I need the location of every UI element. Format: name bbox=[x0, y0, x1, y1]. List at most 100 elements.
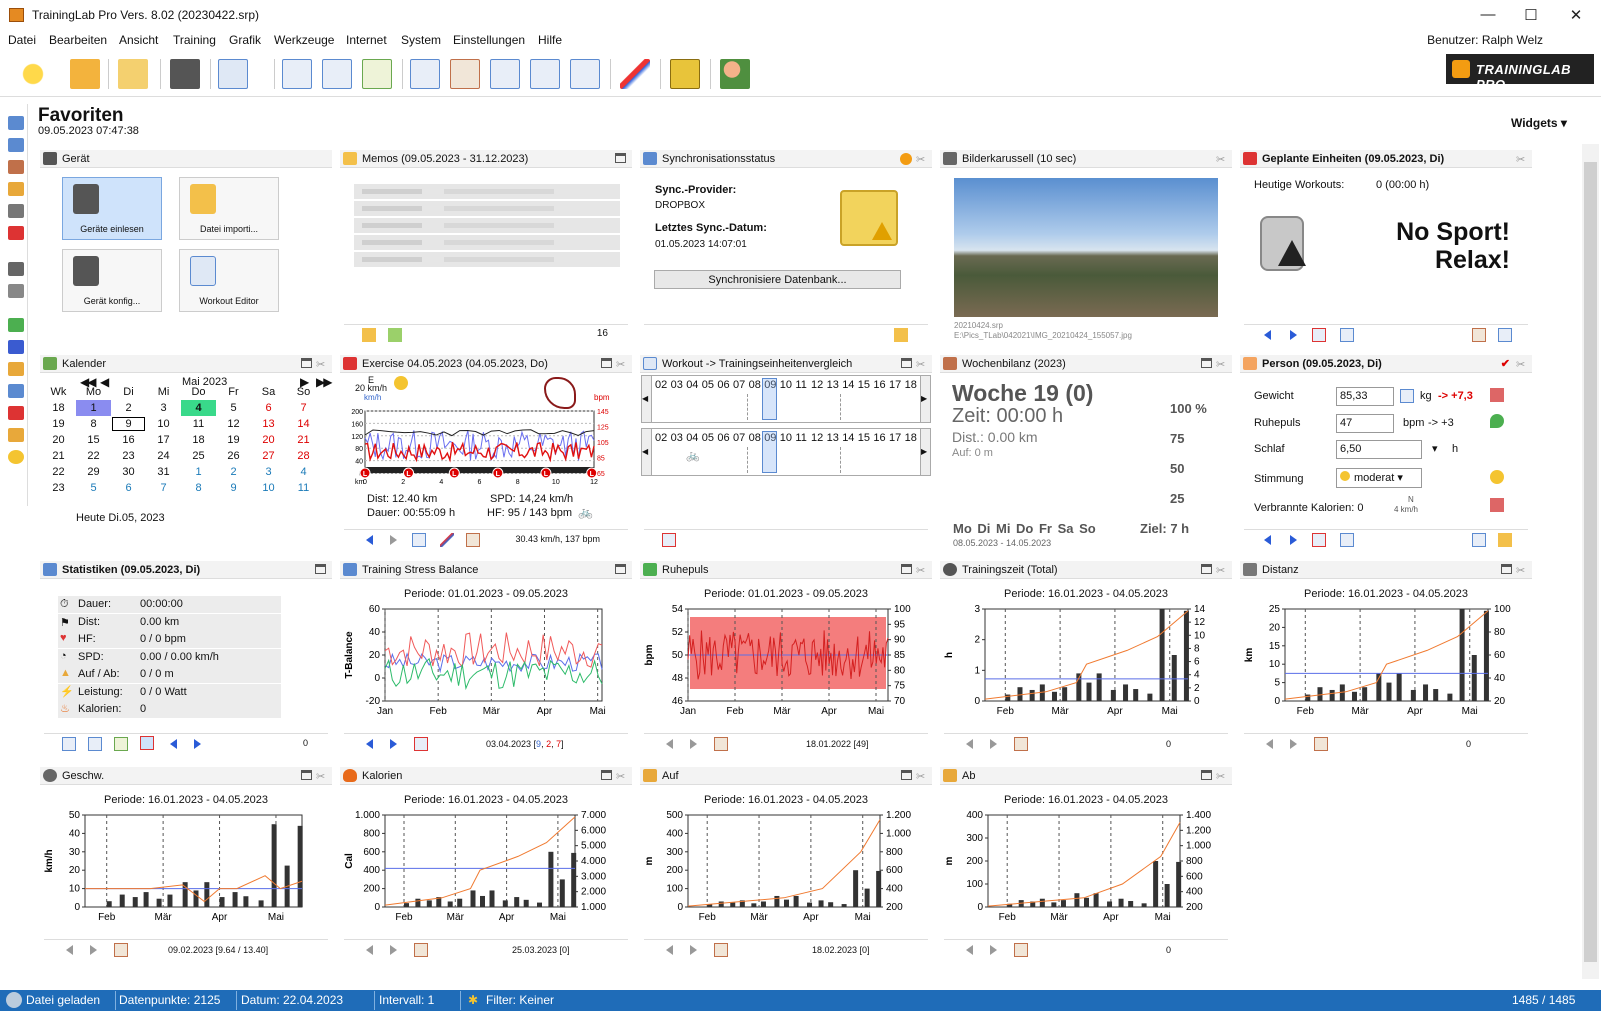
bar-chart-icon[interactable] bbox=[714, 943, 728, 957]
next-arrow-icon[interactable] bbox=[1290, 535, 1297, 545]
calendar-day[interactable]: 26 bbox=[216, 448, 251, 464]
tools-icon[interactable]: ✂ bbox=[916, 153, 928, 166]
camera-icon[interactable] bbox=[8, 262, 24, 276]
bar-chart-icon[interactable] bbox=[1472, 328, 1486, 342]
tools-icon[interactable]: ✂ bbox=[1216, 770, 1228, 783]
tools-icon[interactable]: ✂ bbox=[616, 358, 628, 371]
next-arrow-icon[interactable] bbox=[390, 945, 397, 955]
list-icon[interactable] bbox=[1340, 533, 1354, 547]
calendar-day[interactable]: 3 bbox=[251, 464, 286, 480]
next-arrow-icon[interactable] bbox=[90, 945, 97, 955]
menu-internet[interactable]: Internet bbox=[346, 33, 387, 47]
mood-select[interactable]: moderat ▾ bbox=[1336, 468, 1422, 488]
next-arrow-icon[interactable] bbox=[690, 945, 697, 955]
prev-arrow-icon[interactable] bbox=[66, 945, 73, 955]
table-icon[interactable] bbox=[8, 384, 24, 398]
table-icon[interactable] bbox=[530, 59, 560, 89]
calendar-icon[interactable] bbox=[8, 116, 24, 130]
prev-arrow-icon[interactable] bbox=[366, 535, 373, 545]
calendar-day[interactable]: 27 bbox=[251, 448, 286, 464]
calendar-day-icon[interactable] bbox=[362, 59, 392, 89]
prev-arrow-icon[interactable] bbox=[966, 945, 973, 955]
calendar-day[interactable]: 30 bbox=[111, 464, 146, 480]
prev-arrow-icon[interactable] bbox=[366, 739, 373, 749]
calendar-day[interactable]: 17 bbox=[146, 432, 181, 448]
maximize-icon[interactable] bbox=[601, 770, 612, 780]
scroll-right-button[interactable]: ▶ bbox=[920, 429, 930, 475]
heart-icon[interactable] bbox=[1490, 414, 1504, 428]
prev-arrow-icon[interactable] bbox=[366, 945, 373, 955]
maximize-icon[interactable] bbox=[615, 153, 626, 163]
next-arrow-icon[interactable] bbox=[690, 739, 697, 749]
calendar-icon[interactable] bbox=[414, 737, 428, 751]
calendar-day[interactable]: 1 bbox=[76, 400, 111, 416]
calendar-day[interactable]: 4 bbox=[181, 400, 216, 416]
edit-memo-icon[interactable] bbox=[362, 328, 376, 342]
maximize-icon[interactable] bbox=[1201, 358, 1212, 368]
favorites-star-icon[interactable] bbox=[18, 59, 48, 89]
check-icon[interactable]: ✔ bbox=[1501, 357, 1510, 370]
bar-chart-icon[interactable] bbox=[466, 533, 480, 547]
read-devices-button[interactable]: Geräte einlesen bbox=[62, 177, 162, 240]
clock-icon[interactable] bbox=[900, 153, 912, 165]
graph-icon[interactable] bbox=[620, 59, 650, 89]
calendar-year-icon[interactable] bbox=[62, 737, 76, 751]
calendar-day[interactable]: 12 bbox=[216, 416, 251, 432]
memo-row[interactable] bbox=[354, 235, 620, 250]
bar-chart-icon[interactable] bbox=[714, 737, 728, 751]
calendar-day[interactable]: 2 bbox=[111, 400, 146, 416]
calendar-icon[interactable] bbox=[1312, 533, 1326, 547]
resting-pulse-chart[interactable]: 5452504846100959085807570Jan Feb Mär Apr Mai… bbox=[640, 601, 932, 726]
calendar-day[interactable]: 24 bbox=[146, 448, 181, 464]
import-file-button[interactable]: Datei importi... bbox=[179, 177, 279, 240]
prev-arrow-icon[interactable] bbox=[1264, 535, 1271, 545]
calendar-day[interactable]: 6 bbox=[111, 480, 146, 496]
filter-icon[interactable]: ✱ bbox=[468, 993, 478, 1007]
maximize-button[interactable]: ☐ bbox=[1521, 6, 1541, 24]
calendar-day[interactable]: 18 bbox=[181, 432, 216, 448]
calendar-day-today[interactable]: 9 bbox=[111, 416, 146, 432]
calendar-day[interactable]: 8 bbox=[76, 416, 111, 432]
bike-icon[interactable]: 🚲 bbox=[686, 449, 700, 462]
report-icon[interactable] bbox=[570, 59, 600, 89]
next-arrow-icon[interactable] bbox=[990, 739, 997, 749]
menu-datei[interactable]: Datei bbox=[8, 33, 36, 47]
memo-icon[interactable] bbox=[894, 328, 908, 342]
menu-training[interactable]: Training bbox=[173, 33, 216, 47]
training-time-chart[interactable]: 321014121086420Feb Mär Apr Maih bbox=[940, 601, 1232, 726]
maximize-icon[interactable] bbox=[901, 770, 912, 780]
add-memo-icon[interactable] bbox=[388, 328, 402, 342]
calculator-icon[interactable] bbox=[1400, 389, 1414, 403]
tools-icon[interactable]: ✂ bbox=[316, 770, 328, 783]
bar-chart-icon[interactable] bbox=[1314, 737, 1328, 751]
calendar-day[interactable]: 11 bbox=[286, 480, 321, 496]
tools-icon[interactable]: ✂ bbox=[1516, 564, 1528, 577]
bar-chart-icon[interactable] bbox=[114, 943, 128, 957]
calendar-month-icon[interactable] bbox=[88, 737, 102, 751]
calendar-day[interactable]: 8 bbox=[181, 480, 216, 496]
calendar-today[interactable]: Heute Di.05, 2023 bbox=[76, 512, 165, 524]
workout-strip[interactable]: ◀ ▶ 02 03 04 05 06 07 08 09 10 11 12 13 14 15 16 17 18 🚲 bbox=[641, 428, 931, 476]
calories-chart[interactable]: 1.000 800 600 400 200 0 7.000 6.000 5.000 4.000 3.… bbox=[340, 807, 632, 932]
next-arrow-icon[interactable] bbox=[390, 535, 397, 545]
device-icon[interactable] bbox=[8, 284, 24, 298]
calendar-day[interactable]: 4 bbox=[286, 464, 321, 480]
calendar-year-icon[interactable] bbox=[282, 59, 312, 89]
runner-icon[interactable] bbox=[8, 406, 24, 420]
calendar-day[interactable]: 5 bbox=[76, 480, 111, 496]
tools-icon[interactable]: ✂ bbox=[1216, 564, 1228, 577]
prev-arrow-icon[interactable] bbox=[170, 739, 177, 749]
calendar-day[interactable]: 13 bbox=[251, 416, 286, 432]
compare-icon[interactable] bbox=[1498, 328, 1512, 342]
calendar-day[interactable]: 11 bbox=[181, 416, 216, 432]
next-arrow-icon[interactable] bbox=[1290, 739, 1297, 749]
bar-chart-icon[interactable] bbox=[1014, 737, 1028, 751]
list-icon[interactable] bbox=[8, 138, 24, 152]
prev-arrow-icon[interactable] bbox=[666, 739, 673, 749]
scroll-right-button[interactable]: ▶ bbox=[920, 376, 930, 422]
calendar-day[interactable]: 14 bbox=[286, 416, 321, 432]
calendar-icon[interactable] bbox=[662, 533, 676, 547]
maximize-icon[interactable] bbox=[901, 358, 912, 368]
vertical-scrollbar[interactable] bbox=[1582, 144, 1599, 979]
sun-icon[interactable] bbox=[8, 450, 24, 464]
